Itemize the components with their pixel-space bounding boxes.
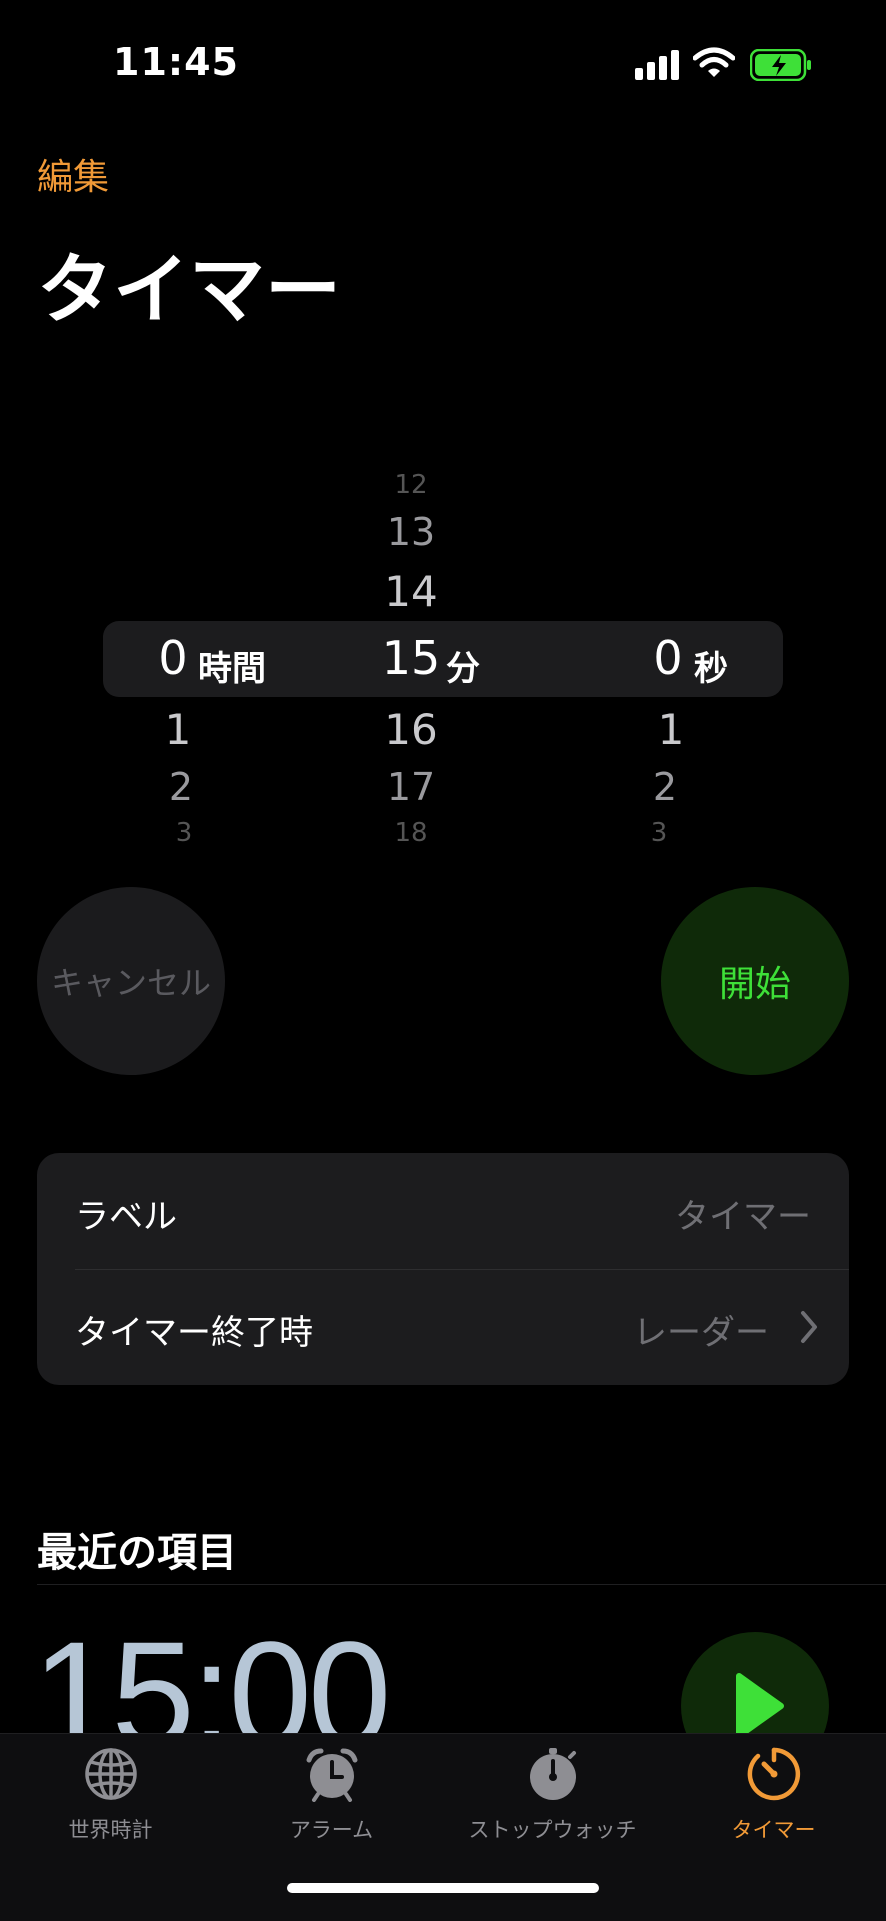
tab-alarm[interactable]: アラーム xyxy=(221,1734,442,1864)
picker-minute-option[interactable]: 13 xyxy=(351,510,471,554)
tab-timer[interactable]: タイマー xyxy=(663,1734,884,1864)
tab-timer-label: タイマー xyxy=(731,1818,816,1842)
recent-divider xyxy=(37,1584,886,1585)
picker-second-option[interactable]: 2 xyxy=(605,765,725,809)
picker-hour-option[interactable]: 2 xyxy=(121,765,241,809)
picker-hour-option[interactable]: 1 xyxy=(118,705,238,754)
label-row[interactable]: ラベル タイマー xyxy=(37,1153,849,1270)
label-row-title: ラベル xyxy=(75,1197,177,1237)
picker-minute-option[interactable]: 16 xyxy=(351,705,471,754)
cancel-button-label: キャンセル xyxy=(50,964,211,1002)
recent-section-title: 最近の項目 xyxy=(37,1530,237,1576)
start-button[interactable]: 開始 xyxy=(661,887,849,1075)
cancel-button[interactable]: キャンセル xyxy=(37,887,225,1075)
timer-end-row[interactable]: タイマー終了時 レーダー xyxy=(37,1269,849,1385)
picker-minute-option[interactable]: 18 xyxy=(351,818,471,848)
picker-minute-option[interactable]: 17 xyxy=(351,765,471,809)
tab-alarm-label: アラーム xyxy=(289,1818,374,1842)
wifi-icon xyxy=(693,47,735,77)
timer-icon xyxy=(747,1747,800,1801)
label-row-value: タイマー xyxy=(675,1197,811,1237)
timer-settings-group: ラベル タイマー タイマー終了時 レーダー xyxy=(37,1153,849,1385)
picker-minute-option[interactable]: 14 xyxy=(351,567,471,616)
globe-icon xyxy=(84,1748,137,1800)
tab-world-clock-label: 世界時計 xyxy=(68,1818,153,1842)
start-button-label: 開始 xyxy=(718,964,791,1005)
home-indicator[interactable] xyxy=(287,1883,599,1893)
picker-second-option[interactable]: 3 xyxy=(599,818,719,848)
tab-stopwatch-label: ストップウォッチ xyxy=(468,1818,637,1842)
picker-minute-option[interactable]: 12 xyxy=(351,470,471,500)
tab-stopwatch[interactable]: ストップウォッチ xyxy=(442,1734,663,1864)
timer-end-row-title: タイマー終了時 xyxy=(75,1313,313,1353)
picker-minutes-unit: 分 xyxy=(446,649,480,689)
picker-seconds-unit: 秒 xyxy=(694,649,728,689)
battery-charging-icon xyxy=(750,49,811,81)
tab-world-clock[interactable]: 世界時計 xyxy=(0,1734,221,1864)
timer-end-row-value: レーダー xyxy=(633,1313,769,1353)
signal-icon xyxy=(635,50,681,80)
picker-hour-option[interactable]: 3 xyxy=(124,818,244,848)
chevron-right-icon xyxy=(801,1311,817,1343)
status-time: 11:45 xyxy=(113,40,239,84)
page-title: タイマー xyxy=(37,245,341,334)
time-picker[interactable]: 12 13 14 0 時間 15 分 0 秒 1 2 3 16 17 18 1 … xyxy=(0,455,886,855)
stopwatch-icon xyxy=(529,1748,576,1800)
alarm-clock-icon xyxy=(306,1748,357,1802)
edit-button[interactable]: 編集 xyxy=(37,148,109,200)
picker-hours-unit: 時間 xyxy=(198,649,266,689)
picker-second-option[interactable]: 1 xyxy=(611,705,731,754)
